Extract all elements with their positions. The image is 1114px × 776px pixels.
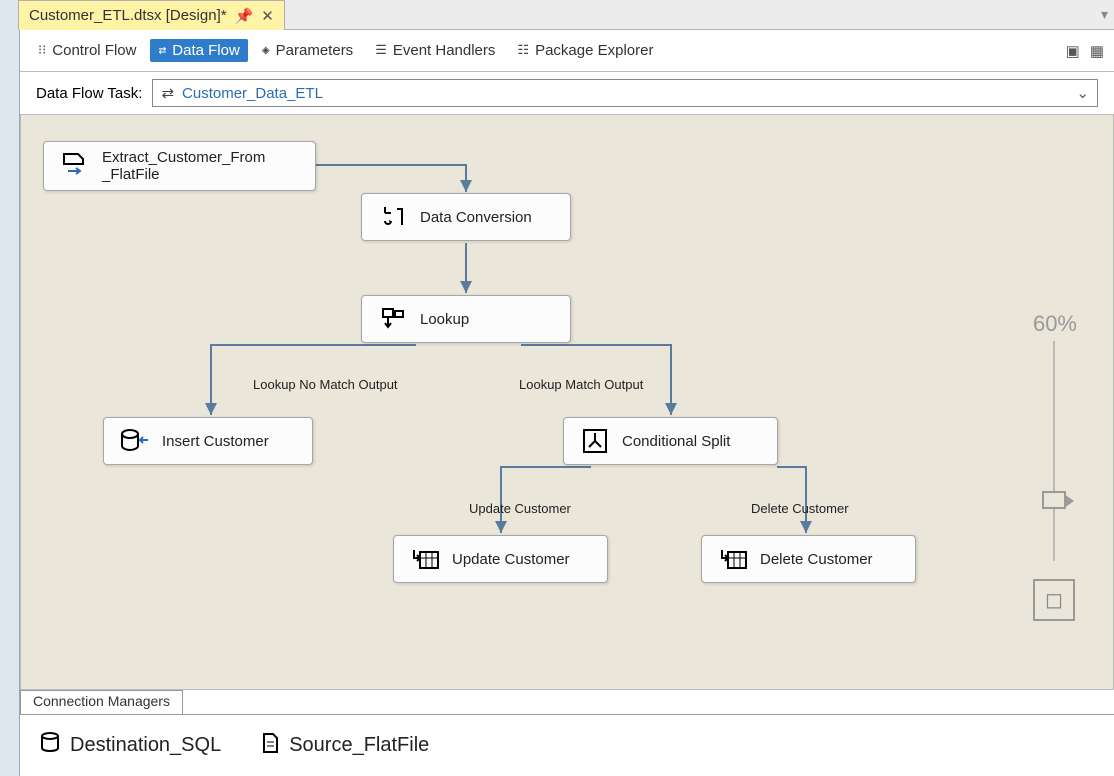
data-flow-task-value: Customer_Data_ETL xyxy=(182,85,323,102)
connection-manager-name: Destination_SQL xyxy=(70,734,221,757)
node-data-conversion[interactable]: Data Conversion xyxy=(361,193,571,241)
tab-control-flow[interactable]: ⁝⁝ Control Flow xyxy=(30,39,144,62)
node-extract-customer-flatfile[interactable]: Extract_Customer_From _FlatFile xyxy=(43,141,316,191)
node-lookup[interactable]: Lookup xyxy=(361,295,571,343)
event-handlers-icon: ☰ xyxy=(375,43,387,58)
node-label: Conditional Split xyxy=(622,433,730,450)
tab-data-flow[interactable]: ⇄ Data Flow xyxy=(150,39,247,62)
node-insert-customer[interactable]: Insert Customer xyxy=(103,417,313,465)
tab-label: Data Flow xyxy=(172,42,240,59)
chevron-down-icon: ⌄ xyxy=(1076,84,1089,102)
node-delete-customer[interactable]: Delete Customer xyxy=(701,535,916,583)
vertical-side-rail xyxy=(0,0,20,776)
node-label: Lookup xyxy=(420,311,469,328)
toolbar-grid-icon[interactable]: ▦ xyxy=(1090,42,1104,60)
tab-parameters[interactable]: ◈ Parameters xyxy=(254,39,361,62)
tab-package-explorer[interactable]: ☷ Package Explorer xyxy=(509,39,661,62)
connection-manager-item[interactable]: Destination_SQL xyxy=(40,732,221,759)
connection-manager-item[interactable]: Source_FlatFile xyxy=(261,732,429,759)
data-flow-icon: ⇄ xyxy=(158,43,166,58)
data-flow-task-icon: ⇄ xyxy=(161,84,174,102)
package-explorer-icon: ☷ xyxy=(517,43,529,58)
lookup-icon xyxy=(378,304,408,334)
data-flow-task-label: Data Flow Task: xyxy=(36,85,142,102)
document-tab[interactable]: Customer_ETL.dtsx [Design]* 📌 ✕ xyxy=(18,0,285,30)
parameters-icon: ◈ xyxy=(262,43,270,58)
flatfile-icon xyxy=(261,732,279,759)
tab-label: Event Handlers xyxy=(393,42,496,59)
oledb-command-icon xyxy=(410,544,440,574)
oledb-command-icon xyxy=(718,544,748,574)
edge-label-update: Update Customer xyxy=(469,501,571,516)
zoom-slider-handle[interactable] xyxy=(1042,491,1066,509)
flatfile-source-icon xyxy=(60,151,90,181)
oledb-destination-icon xyxy=(120,426,150,456)
zoom-fit-button[interactable]: ◻ xyxy=(1033,579,1075,621)
node-label: Delete Customer xyxy=(760,551,873,568)
designer-canvas[interactable]: Extract_Customer_From _FlatFile Data Con… xyxy=(20,114,1114,690)
connection-managers-panel: Destination_SQL Source_FlatFile xyxy=(20,714,1114,776)
data-conversion-icon xyxy=(378,202,408,232)
document-tab-bar: Customer_ETL.dtsx [Design]* 📌 ✕ ▾ xyxy=(20,0,1114,30)
connection-managers-tab[interactable]: Connection Managers xyxy=(20,690,183,714)
connection-manager-name: Source_FlatFile xyxy=(289,734,429,757)
node-label-line2: _FlatFile xyxy=(102,166,265,183)
close-icon[interactable]: ✕ xyxy=(261,7,274,25)
tab-label: Parameters xyxy=(276,42,354,59)
connection-managers-title: Connection Managers xyxy=(33,693,170,709)
designer-view-tabs: ⁝⁝ Control Flow ⇄ Data Flow ◈ Parameters… xyxy=(20,30,1114,72)
edge-label-no-match: Lookup No Match Output xyxy=(253,377,398,392)
edge-label-match: Lookup Match Output xyxy=(519,377,643,392)
node-update-customer[interactable]: Update Customer xyxy=(393,535,608,583)
control-flow-icon: ⁝⁝ xyxy=(38,43,46,58)
zoom-percent: 60% xyxy=(1033,311,1077,337)
edge-label-delete: Delete Customer xyxy=(751,501,849,516)
node-label-line1: Extract_Customer_From xyxy=(102,149,265,166)
node-label: Insert Customer xyxy=(162,433,269,450)
node-label: Update Customer xyxy=(452,551,570,568)
database-icon xyxy=(40,732,60,759)
tab-overflow-icon[interactable]: ▾ xyxy=(1101,6,1108,23)
conditional-split-icon xyxy=(580,426,610,456)
toolbar-box-icon[interactable]: ▣ xyxy=(1066,42,1080,60)
pin-icon[interactable]: 📌 xyxy=(235,7,254,25)
tab-label: Control Flow xyxy=(52,42,136,59)
document-tab-title: Customer_ETL.dtsx [Design]* xyxy=(29,7,227,24)
tab-event-handlers[interactable]: ☰ Event Handlers xyxy=(367,39,503,62)
data-flow-task-row: Data Flow Task: ⇄ Customer_Data_ETL ⌄ xyxy=(20,72,1114,114)
zoom-slider-track[interactable] xyxy=(1053,341,1055,561)
node-label: Data Conversion xyxy=(420,209,532,226)
tab-label: Package Explorer xyxy=(535,42,653,59)
data-flow-task-select[interactable]: ⇄ Customer_Data_ETL ⌄ xyxy=(152,79,1098,107)
node-conditional-split[interactable]: Conditional Split xyxy=(563,417,778,465)
